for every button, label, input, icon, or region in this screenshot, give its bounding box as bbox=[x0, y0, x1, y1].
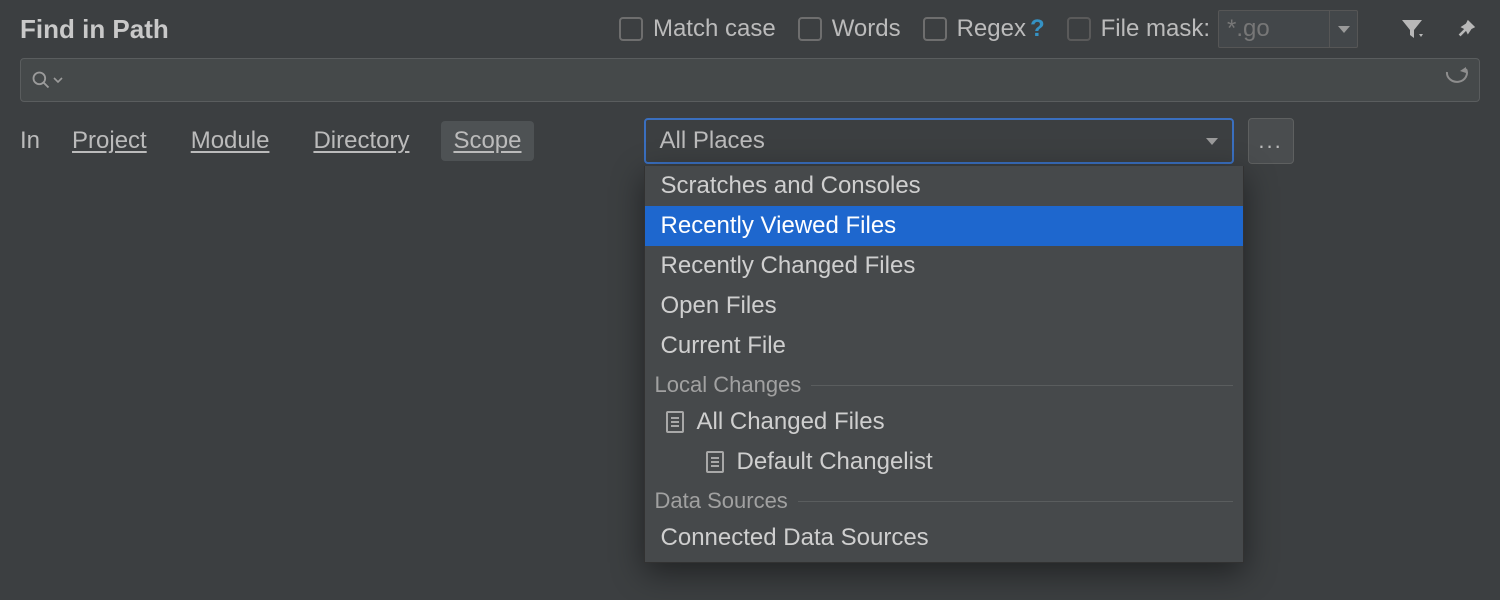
dropdown-item[interactable]: Scratches and Consoles bbox=[645, 166, 1243, 206]
search-icon bbox=[31, 70, 63, 90]
scope-label: In bbox=[20, 127, 40, 155]
tab-module[interactable]: Module bbox=[179, 121, 282, 161]
changelist-icon bbox=[705, 450, 725, 474]
chevron-down-icon bbox=[1206, 138, 1218, 145]
header-actions bbox=[1398, 15, 1480, 43]
scope-select-wrap: All Places ... Scratches and Consoles Re… bbox=[644, 118, 1294, 164]
chevron-down-icon bbox=[1329, 11, 1357, 47]
match-case-label: Match case bbox=[653, 15, 776, 43]
scope-browse-button[interactable]: ... bbox=[1248, 118, 1294, 164]
tab-project[interactable]: Project bbox=[60, 121, 159, 161]
scope-select[interactable]: All Places bbox=[644, 118, 1234, 164]
checkbox-icon bbox=[1067, 17, 1091, 41]
checkbox-icon bbox=[619, 17, 643, 41]
tab-directory[interactable]: Directory bbox=[301, 121, 421, 161]
scope-dropdown: Scratches and Consoles Recently Viewed F… bbox=[644, 166, 1244, 563]
file-mask-select[interactable]: *.go bbox=[1218, 10, 1358, 48]
scope-tabs-row: In Project Module Directory Scope All Pl… bbox=[0, 112, 1500, 164]
dropdown-item[interactable]: Recently Changed Files bbox=[645, 246, 1243, 286]
file-mask-label: File mask: bbox=[1101, 15, 1210, 43]
dropdown-item[interactable]: Connected Data Sources bbox=[645, 518, 1243, 558]
regex-option[interactable]: Regex ? bbox=[923, 15, 1045, 43]
dropdown-item[interactable]: Current File bbox=[645, 326, 1243, 366]
file-mask-option[interactable]: File mask: bbox=[1067, 15, 1210, 43]
changelist-icon bbox=[665, 410, 685, 434]
pin-icon[interactable] bbox=[1452, 15, 1480, 43]
checkbox-icon bbox=[798, 17, 822, 41]
search-row bbox=[0, 58, 1500, 112]
tab-scope[interactable]: Scope bbox=[441, 121, 533, 161]
words-option[interactable]: Words bbox=[798, 15, 901, 43]
dialog-header: Find in Path Match case Words Regex ? Fi… bbox=[0, 0, 1500, 58]
filter-icon[interactable] bbox=[1398, 15, 1426, 43]
regex-label: Regex bbox=[957, 15, 1026, 43]
regex-help-icon[interactable]: ? bbox=[1030, 15, 1045, 43]
match-case-option[interactable]: Match case bbox=[619, 15, 776, 43]
ellipsis-icon: ... bbox=[1258, 128, 1282, 154]
file-mask-value: *.go bbox=[1227, 15, 1270, 43]
dropdown-item[interactable]: Default Changelist bbox=[645, 442, 1243, 482]
checkbox-icon bbox=[923, 17, 947, 41]
chevron-down-icon bbox=[53, 75, 63, 85]
file-mask-group: File mask: *.go bbox=[1067, 10, 1358, 48]
dropdown-item[interactable]: Open Files bbox=[645, 286, 1243, 326]
search-input[interactable] bbox=[20, 58, 1480, 102]
words-label: Words bbox=[832, 15, 901, 43]
dropdown-group-data-sources: Data Sources bbox=[645, 482, 1243, 518]
dropdown-group-local-changes: Local Changes bbox=[645, 366, 1243, 402]
dropdown-item[interactable]: All Changed Files bbox=[645, 402, 1243, 442]
scope-selected-value: All Places bbox=[660, 127, 765, 155]
dropdown-item[interactable]: Recently Viewed Files bbox=[645, 206, 1243, 246]
history-icon[interactable] bbox=[1443, 66, 1469, 95]
dialog-title: Find in Path bbox=[20, 14, 169, 45]
